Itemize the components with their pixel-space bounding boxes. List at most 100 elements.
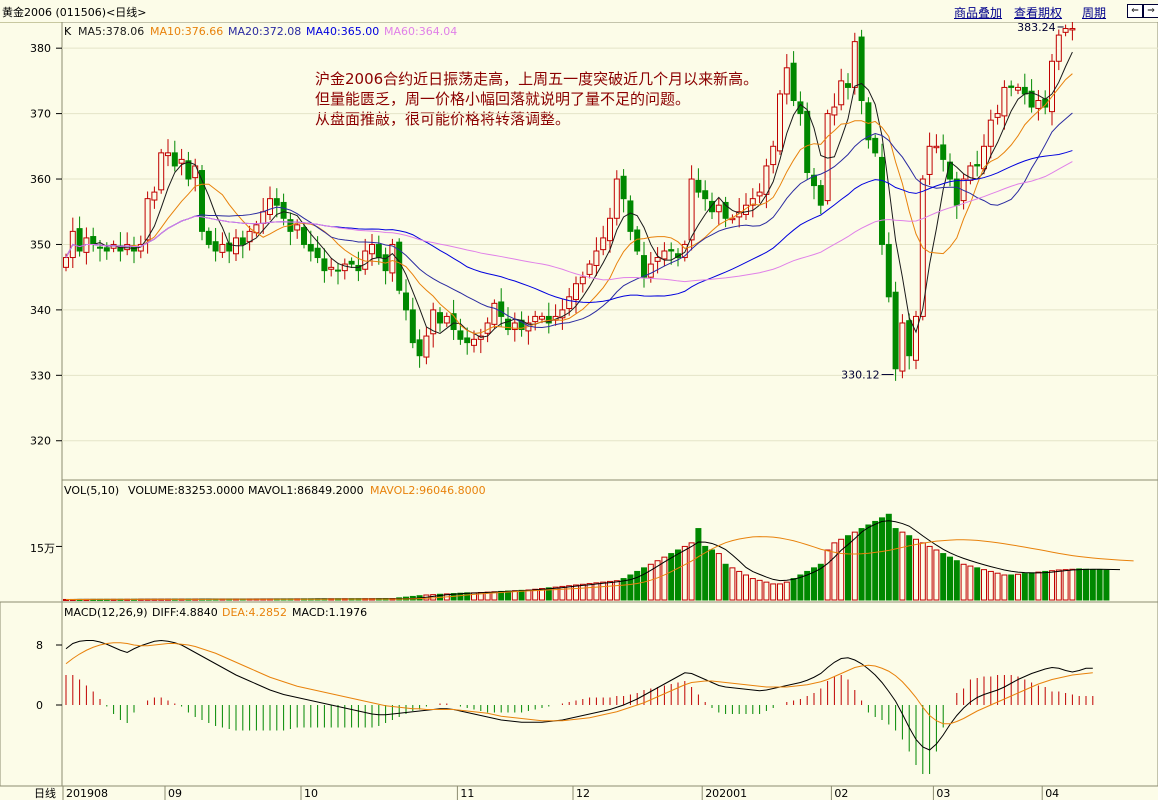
candle-up: [246, 230, 253, 243]
volume-bar: [797, 574, 804, 601]
volume-bar: [892, 528, 899, 601]
candle-up: [688, 178, 695, 241]
volume-bar: [702, 545, 709, 601]
candle-down: [953, 178, 960, 206]
candle-up: [389, 243, 396, 274]
candle-down: [273, 198, 280, 206]
volume-bar: [1089, 569, 1096, 601]
candle-down: [858, 36, 865, 102]
candle-down: [103, 247, 110, 252]
candle-down: [1008, 85, 1015, 88]
volume-bar: [1103, 569, 1110, 601]
candle-down: [620, 175, 627, 200]
candle-up: [661, 250, 668, 260]
volume-bar: [879, 517, 885, 601]
candle-down: [790, 62, 797, 102]
candle-down: [90, 236, 97, 245]
x-tick-label: 03: [936, 787, 950, 800]
volume-bar: [783, 581, 790, 601]
price-tick-label: 380: [30, 42, 51, 55]
candle-down: [668, 249, 675, 252]
volume-bar: [899, 531, 906, 601]
volume-bar: [1015, 573, 1021, 601]
macd-legend-title: MACD(12,26,9): [64, 606, 148, 619]
volume-bar: [845, 535, 851, 601]
volume-bar: [729, 567, 736, 601]
candle-down: [348, 260, 355, 265]
candle-down: [403, 292, 409, 311]
price-legend-prefix: K: [64, 25, 72, 38]
candle-down: [171, 152, 178, 167]
volume-bar: [858, 528, 865, 601]
x-axis-period-label: 日线: [34, 786, 56, 800]
volume-bar: [974, 567, 981, 601]
candle-down: [375, 243, 382, 259]
candle-down: [97, 246, 103, 249]
candle-down: [1021, 86, 1028, 95]
volume-bar: [1049, 570, 1055, 601]
volume-bar: [722, 563, 729, 601]
candle-down: [212, 241, 219, 252]
overlay-commodity-link[interactable]: 商品叠加: [954, 4, 1002, 21]
candle-up: [654, 257, 661, 262]
volume-bar: [688, 542, 695, 601]
x-tick-label: 12: [576, 787, 590, 800]
volume-bar: [953, 560, 960, 601]
candle-down: [457, 330, 464, 340]
volume-bar: [743, 574, 749, 601]
candle-up: [994, 113, 1001, 118]
period-link[interactable]: 周期: [1082, 4, 1106, 21]
volume-bar: [1001, 574, 1008, 601]
volume-bar: [1069, 568, 1076, 601]
candle-up: [1015, 86, 1021, 91]
candle-down: [627, 200, 634, 232]
legend-ma5: MA5:378.06: [78, 25, 144, 38]
volume-bar: [695, 528, 702, 601]
candle-up: [423, 335, 430, 358]
candle-down: [239, 237, 246, 245]
candle-down: [804, 110, 811, 173]
nav-right-icon[interactable]: ⇒: [1143, 4, 1158, 18]
candle-up: [715, 204, 722, 213]
macd-tick-label: 0: [36, 699, 43, 712]
volume-bar: [593, 582, 600, 601]
x-tick-label: 11: [460, 787, 474, 800]
x-tick-label: 04: [1045, 787, 1059, 800]
comment-line-3: 从盘面推敲，很可能价格将转落调整。: [315, 110, 570, 128]
volume-bar: [1096, 569, 1103, 601]
candle-up: [899, 322, 906, 372]
candle-up: [607, 217, 613, 242]
candle-down: [879, 156, 885, 245]
volume-bar: [947, 556, 953, 601]
volume-bar: [926, 545, 933, 601]
legend-ma60: MA60:364.04: [384, 25, 457, 38]
comment-line-1: 沪金2006合约近日振荡走高，上周五一度突破近几个月以来新高。: [315, 70, 758, 88]
x-tick-label: 202001: [705, 787, 747, 800]
candle-down: [76, 228, 83, 252]
candle-up: [777, 93, 783, 152]
volume-bar: [763, 581, 770, 601]
volume-bar: [777, 583, 783, 601]
candle-up: [124, 243, 131, 251]
volume-bar: [573, 584, 579, 601]
volume-bar: [715, 553, 722, 601]
candle-up: [1055, 34, 1062, 62]
nav-left-icon[interactable]: ⇐: [1127, 4, 1143, 18]
volume-bar: [913, 538, 919, 601]
candle-up: [593, 250, 600, 266]
candle-up: [532, 315, 539, 323]
x-tick-label: 10: [304, 787, 318, 800]
candle-down: [892, 291, 899, 370]
volume-bar: [681, 545, 688, 601]
volume-bar: [607, 580, 613, 601]
volume-bar: [1062, 569, 1069, 601]
price-tick-label: 360: [30, 173, 51, 186]
macd-tick-label: 8: [36, 639, 43, 652]
candle-down: [205, 230, 212, 245]
candle-down: [817, 185, 824, 206]
candle-up: [144, 198, 151, 241]
volume-bar: [872, 520, 879, 601]
candle-up: [219, 243, 226, 253]
view-options-link[interactable]: 查看期权: [1014, 4, 1062, 21]
candle-up: [613, 178, 620, 219]
